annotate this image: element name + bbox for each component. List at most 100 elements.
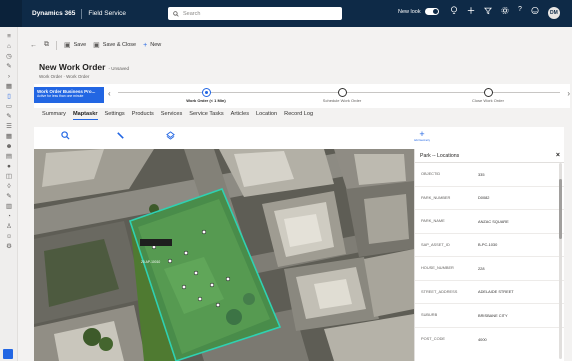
tab-location[interactable]: Location <box>256 111 277 120</box>
tab-maptaskr[interactable]: Maptaskr <box>72 111 98 120</box>
feature-attributes-panel: Park -- Locations × OBJECTID 335 PARK_NU… <box>414 149 564 361</box>
smiley-icon[interactable] <box>531 6 539 19</box>
plus-icon: + <box>419 129 425 139</box>
tool-icon[interactable]: ✎ <box>0 191 18 201</box>
tab-articles[interactable]: Articles <box>231 111 249 120</box>
recent-icon[interactable]: ◷ <box>0 51 18 61</box>
document-icon[interactable]: ▯ <box>0 91 18 101</box>
people-icon[interactable]: ☻ <box>0 141 18 151</box>
app-name[interactable]: Dynamics 365 <box>32 10 75 17</box>
process-stage-button[interactable]: Work Order Business Pro... Active for le… <box>34 87 104 103</box>
box-icon[interactable]: ◫ <box>0 171 18 181</box>
stage-label-close[interactable]: Close Work Order <box>472 98 504 103</box>
person-icon[interactable]: ♙ <box>0 221 18 231</box>
stage-label-work-order[interactable]: Work Order (< 1 Min) <box>186 98 225 103</box>
attribute-value: 228 <box>478 265 485 271</box>
chart-icon[interactable]: ▥ <box>0 201 18 211</box>
search-icon[interactable] <box>61 131 70 142</box>
area-switcher-button[interactable] <box>3 349 13 359</box>
dashboard-icon[interactable]: ▦ <box>0 81 18 91</box>
attribute-row: STREET_ADDRESS ADELAIDE STREET <box>415 281 564 304</box>
close-icon[interactable]: × <box>556 152 560 159</box>
circle-icon[interactable]: ● <box>0 161 18 171</box>
attribute-key: PARK_NUMBER <box>421 194 451 200</box>
lightbulb-icon[interactable] <box>450 6 458 19</box>
app-launcher-button[interactable] <box>0 0 22 27</box>
left-navigation-rail: ≡ ⌂ ◷ ✎ › ▦ ▯ ▭ ✎ ☰ ▦ ☻ ▤ ● ◫ ◊ ✎ ▥ ◔ ♙ … <box>0 27 18 361</box>
save-icon: ▣ <box>64 42 71 49</box>
add-geometry-caption: Add Geometry <box>413 139 431 142</box>
stage-label-schedule[interactable]: Schedule Work Order <box>323 98 361 103</box>
tab-products[interactable]: Products <box>132 111 154 120</box>
tab-service-tasks[interactable]: Service Tasks <box>189 111 223 120</box>
tag-icon[interactable]: ◊ <box>0 181 18 191</box>
group-icon[interactable]: ☺ <box>0 231 18 241</box>
list-icon[interactable]: ☰ <box>0 121 18 131</box>
filter-icon[interactable] <box>484 6 492 19</box>
parcel-label-box <box>140 239 172 246</box>
top-icons: ? DM <box>450 6 560 19</box>
new-look-toggle[interactable]: New look <box>398 8 439 15</box>
attribute-row: HOUSE_NUMBER 228 <box>415 257 564 281</box>
attribute-value: ANZAC SQUARE <box>478 218 509 224</box>
layers-icon[interactable] <box>166 131 175 142</box>
attribute-row: OBJECTID 335 <box>415 163 564 187</box>
save-button[interactable]: ▣ Save <box>64 41 86 49</box>
hamburger-icon[interactable]: ≡ <box>0 31 18 41</box>
settings-icon[interactable]: ⚙ <box>0 241 18 251</box>
process-duration: Active for less than one minute <box>37 94 84 98</box>
edit-icon[interactable]: ✎ <box>0 111 18 121</box>
clipboard-icon[interactable]: ▭ <box>0 101 18 111</box>
chevron-right-icon[interactable]: › <box>567 89 570 98</box>
save-close-icon: ▣ <box>93 42 100 49</box>
tab-record-log[interactable]: Record Log <box>284 111 313 120</box>
tab-services[interactable]: Services <box>161 111 182 120</box>
attribute-key: OBJECTID <box>421 171 441 177</box>
maptaskr-card: + Add Geometry 20.AP-10010 Park -- Locat… <box>34 127 564 361</box>
panel-header: Park -- Locations × <box>415 149 564 163</box>
area-name[interactable]: Field Service <box>88 10 126 17</box>
parcel-label: 20.AP-10010 <box>141 260 161 264</box>
stage-node-schedule[interactable] <box>338 88 347 97</box>
top-navigation-bar: Dynamics 365 Field Service Search New lo… <box>0 0 572 27</box>
panel-scrollbar-thumb[interactable] <box>559 179 562 239</box>
attribute-value: BRISBANE CITY <box>478 312 508 318</box>
open-new-window-button[interactable]: ⧉ <box>44 41 49 49</box>
chevron-left-icon[interactable]: ‹ <box>108 89 111 98</box>
aerial-imagery <box>34 149 414 361</box>
home-icon[interactable]: ⌂ <box>0 41 18 51</box>
help-icon[interactable]: ? <box>518 6 522 19</box>
new-button[interactable]: + New <box>143 42 161 49</box>
attribute-key: SAP_ASSET_ID <box>421 241 450 247</box>
avatar[interactable]: DM <box>547 7 560 19</box>
attribute-key: HOUSE_NUMBER <box>421 265 454 271</box>
pin-icon[interactable]: ✎ <box>0 61 18 71</box>
pencil-icon[interactable] <box>116 131 125 142</box>
save-and-close-button[interactable]: ▣ Save & Close <box>93 41 136 49</box>
map-view[interactable]: 20.AP-10010 <box>34 149 414 361</box>
business-process-flow: Work Order Business Pro... Active for le… <box>34 84 570 108</box>
search-placeholder: Search <box>183 10 201 17</box>
attribute-key: SUBURB <box>421 312 438 318</box>
chevron-right-icon[interactable]: › <box>0 71 18 81</box>
attribute-row: PARK_NAME ANZAC SQUARE <box>415 210 564 234</box>
grid-icon[interactable]: ▦ <box>0 131 18 141</box>
page-title: New Work Order - Unsaved <box>39 62 129 72</box>
gear-icon[interactable] <box>501 6 509 19</box>
form-tabs: Summary Maptaskr Settings Products Servi… <box>42 111 313 120</box>
calendar-icon[interactable]: ▤ <box>0 151 18 161</box>
unsaved-indicator: - Unsaved <box>108 66 129 71</box>
search-box[interactable]: Search <box>168 7 342 20</box>
toggle-switch[interactable] <box>424 8 439 15</box>
tab-summary[interactable]: Summary <box>42 111 66 120</box>
stage-node-work-order[interactable] <box>202 88 211 97</box>
new-look-label: New look <box>398 8 421 15</box>
back-button[interactable]: ← <box>30 42 37 49</box>
stage-node-close[interactable] <box>484 88 493 97</box>
tab-settings[interactable]: Settings <box>105 111 125 120</box>
record-title: New Work Order <box>39 62 106 72</box>
attribute-value: ADELAIDE STREET <box>478 289 514 295</box>
clock-icon[interactable]: ◔ <box>0 211 18 221</box>
add-geometry-button[interactable]: + Add Geometry <box>412 130 432 148</box>
plus-icon[interactable] <box>467 6 475 19</box>
